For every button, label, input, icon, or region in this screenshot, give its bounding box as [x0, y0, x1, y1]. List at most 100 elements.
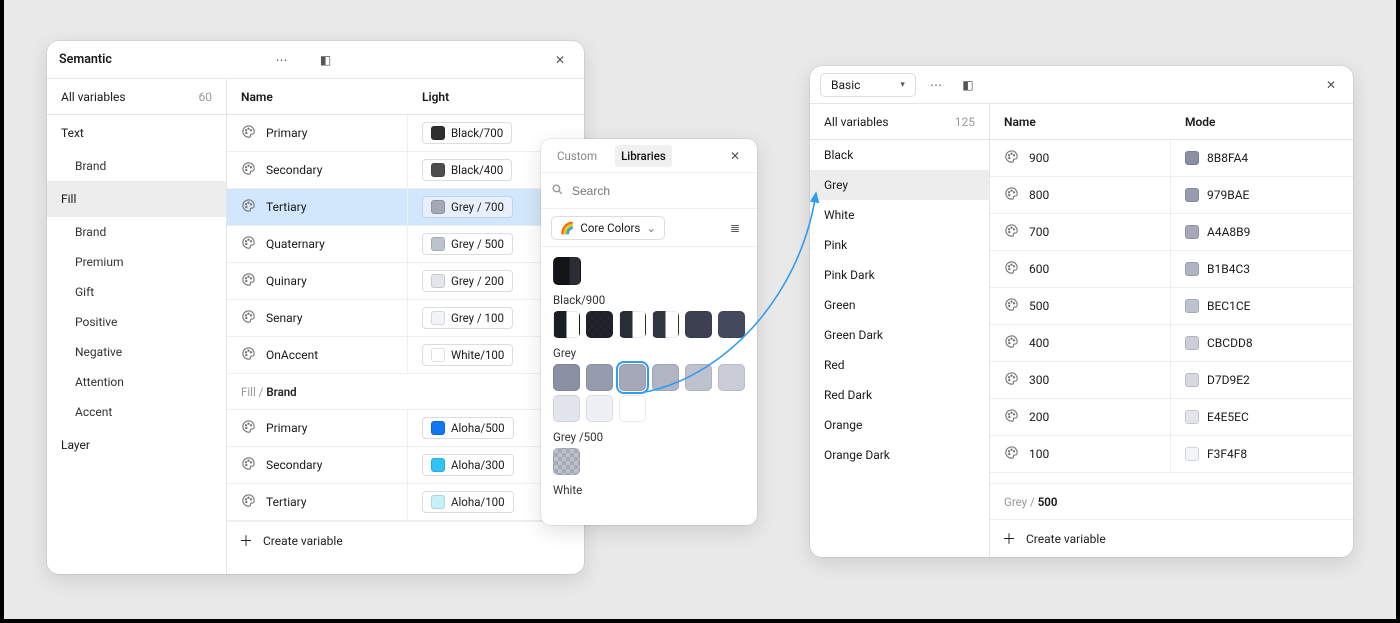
close-icon[interactable]: ✕ — [548, 48, 572, 72]
list-view-icon[interactable]: ≣ — [723, 216, 747, 240]
palette-icon — [241, 419, 256, 437]
sidebar-item-green dark[interactable]: Green Dark — [810, 320, 989, 350]
sidebar-item-attention[interactable]: Attention — [47, 367, 226, 397]
variable-value-chip[interactable]: Black/700 — [422, 122, 512, 144]
color-swatch[interactable] — [553, 448, 580, 475]
color-swatch[interactable] — [619, 395, 646, 422]
variable-row[interactable]: Primary Black/700 — [227, 115, 584, 152]
color-swatch[interactable] — [619, 311, 646, 338]
variable-row[interactable]: Quinary Grey / 200 — [227, 263, 584, 300]
close-icon[interactable]: ✕ — [1319, 73, 1343, 97]
library-dropdown[interactable]: 🌈 Core Colors ⌄ — [551, 216, 665, 240]
color-swatch[interactable] — [619, 364, 646, 391]
sidebar-item-red dark[interactable]: Red Dark — [810, 380, 989, 410]
sidebar-item-all-variables[interactable]: All variables 125 — [810, 104, 989, 140]
variable-row[interactable]: Secondary Black/400 — [227, 152, 584, 189]
variable-row[interactable]: Primary Aloha/500 — [227, 410, 584, 447]
tab-custom[interactable]: Custom — [551, 145, 603, 167]
variable-value-chip[interactable]: Grey / 500 — [422, 233, 513, 255]
close-icon[interactable]: ✕ — [723, 144, 747, 168]
variable-value-chip[interactable]: Aloha/500 — [422, 417, 514, 439]
color-swatch[interactable] — [553, 395, 580, 422]
palette-icon — [1004, 297, 1019, 315]
color-swatch — [431, 200, 445, 214]
panel-layout-icon[interactable]: ◧ — [956, 73, 980, 97]
variable-value-chip[interactable]: Grey / 100 — [422, 307, 513, 329]
variable-row[interactable]: 100 F3F4F8 — [990, 436, 1353, 473]
sidebar-item-premium[interactable]: Premium — [47, 247, 226, 277]
color-swatch[interactable] — [685, 364, 712, 391]
variable-value-chip[interactable]: Aloha/300 — [422, 454, 514, 476]
sidebar-item-all-variables[interactable]: All variables 60 — [47, 79, 226, 115]
color-swatch[interactable] — [586, 364, 613, 391]
sidebar-item-black[interactable]: Black — [810, 140, 989, 170]
sidebar-item-pink[interactable]: Pink — [810, 230, 989, 260]
sidebar-item-white[interactable]: White — [810, 200, 989, 230]
variable-value-chip[interactable]: White/100 — [422, 344, 513, 366]
more-icon[interactable]: ⋯ — [924, 73, 948, 97]
variable-value-chip[interactable]: Black/400 — [422, 159, 512, 181]
sidebar-item-grey[interactable]: Grey — [810, 170, 989, 200]
variable-row[interactable]: 500 BEC1CE — [990, 288, 1353, 325]
sidebar-item-negative[interactable]: Negative — [47, 337, 226, 367]
collection-dropdown[interactable]: Basic ▾ — [820, 73, 916, 97]
variable-row[interactable]: Secondary Aloha/300 — [227, 447, 584, 484]
sidebar-item-positive[interactable]: Positive — [47, 307, 226, 337]
color-swatch[interactable] — [718, 364, 745, 391]
sidebar-item-green[interactable]: Green — [810, 290, 989, 320]
variable-row[interactable]: 900 8B8FA4 — [990, 140, 1353, 177]
basic-main-scroll[interactable]: Name Mode 900 8B8FA4 800 979BAE — [990, 104, 1353, 483]
variable-row[interactable]: 300 D7D9E2 — [990, 362, 1353, 399]
variable-value-chip[interactable]: Aloha/100 — [422, 491, 514, 513]
palette-icon — [241, 346, 256, 364]
sidebar-group-layer[interactable]: Layer — [47, 427, 226, 463]
variable-row[interactable]: Tertiary Grey / 700 — [227, 189, 584, 226]
color-swatch[interactable] — [553, 311, 580, 338]
variable-name: Senary — [266, 311, 303, 325]
color-swatch[interactable] — [586, 395, 613, 422]
sidebar-item-pink dark[interactable]: Pink Dark — [810, 260, 989, 290]
search-icon — [551, 183, 564, 199]
color-swatch[interactable] — [685, 311, 712, 338]
color-swatch[interactable] — [652, 364, 679, 391]
variable-row[interactable]: OnAccent White/100 — [227, 337, 584, 374]
sidebar-item-red[interactable]: Red — [810, 350, 989, 380]
color-swatch[interactable] — [586, 311, 613, 338]
variable-value-chip[interactable]: Grey / 200 — [422, 270, 513, 292]
tab-libraries[interactable]: Libraries — [615, 145, 672, 167]
palette-icon — [241, 309, 256, 327]
variable-row[interactable]: 400 CBCDD8 — [990, 325, 1353, 362]
sidebar-item-brand[interactable]: Brand — [47, 151, 226, 181]
variable-name: Primary — [266, 421, 307, 435]
column-headers: Name Light — [227, 79, 584, 115]
variable-row[interactable]: Tertiary Aloha/100 — [227, 484, 584, 521]
sidebar-item-gift[interactable]: Gift — [47, 277, 226, 307]
sidebar-item-brand[interactable]: Brand — [47, 217, 226, 247]
color-swatch[interactable] — [553, 364, 580, 391]
color-swatch[interactable] — [718, 311, 745, 338]
color-group-label: Grey /500 — [553, 430, 745, 444]
color-swatch — [431, 348, 445, 362]
color-swatch-large[interactable] — [553, 257, 581, 285]
variable-row[interactable]: 700 A4A8B9 — [990, 214, 1353, 251]
color-swatch[interactable] — [652, 311, 679, 338]
palette-icon — [241, 198, 256, 216]
create-variable-button[interactable]: ＋ Create variable — [227, 521, 584, 559]
basic-variables-panel: Basic ▾ ⋯ ◧ ✕ All variables 125BlackGrey… — [810, 66, 1353, 557]
create-variable-button[interactable]: ＋ Create variable — [990, 519, 1353, 557]
sidebar-group-fill[interactable]: Fill — [47, 181, 226, 217]
more-icon[interactable]: ⋯ — [270, 48, 294, 72]
panel-layout-icon[interactable]: ◧ — [314, 48, 338, 72]
variable-row[interactable]: 200 E4E5EC — [990, 399, 1353, 436]
variable-row[interactable]: Senary Grey / 100 — [227, 300, 584, 337]
variable-row[interactable]: Quaternary Grey / 500 — [227, 226, 584, 263]
variable-name: 200 — [1029, 410, 1049, 424]
variable-row[interactable]: 800 979BAE — [990, 177, 1353, 214]
sidebar-item-orange[interactable]: Orange — [810, 410, 989, 440]
sidebar-item-orange dark[interactable]: Orange Dark — [810, 440, 989, 470]
variable-value-chip[interactable]: Grey / 700 — [422, 196, 513, 218]
search-input[interactable] — [572, 184, 747, 198]
variable-row[interactable]: 600 B1B4C3 — [990, 251, 1353, 288]
sidebar-item-accent[interactable]: Accent — [47, 397, 226, 427]
sidebar-group-text[interactable]: Text — [47, 115, 226, 151]
